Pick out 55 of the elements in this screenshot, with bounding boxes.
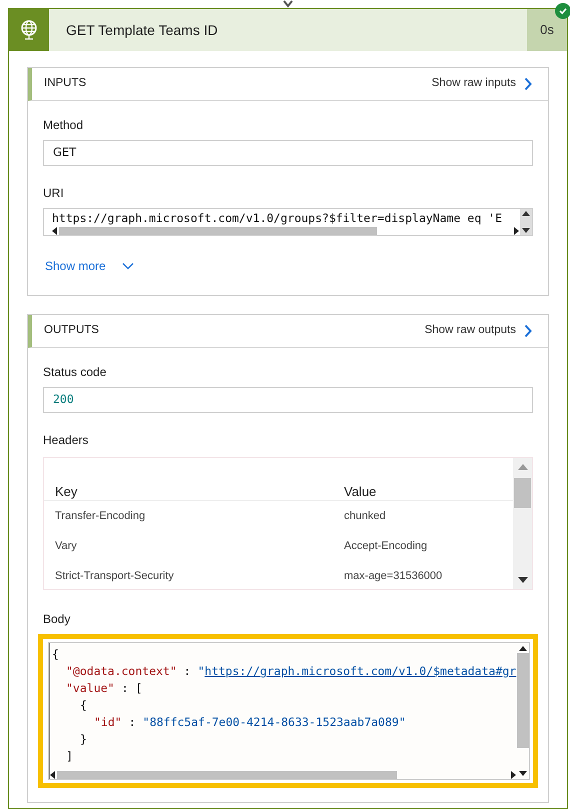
- url-link[interactable]: https://graph.microsoft.com/v1.0/$metadata#gr: [204, 663, 516, 680]
- json-string: "88ffc5af-7e00-4214-8633-1523aab7a089": [142, 714, 406, 731]
- scroll-down-icon[interactable]: [522, 228, 530, 233]
- horizontal-scrollbar[interactable]: [52, 226, 520, 235]
- chevron-right-icon[interactable]: [524, 77, 532, 91]
- scrollbar-thumb[interactable]: [517, 653, 529, 748]
- table-cell-text: Accept-Encoding: [344, 538, 428, 554]
- scrollbar-thumb[interactable]: [59, 226, 377, 234]
- show-raw-link[interactable]: Show raw inputs: [432, 75, 516, 93]
- vertical-scrollbar[interactable]: [513, 458, 532, 589]
- horizontal-scrollbar[interactable]: [50, 770, 517, 779]
- show-raw-link[interactable]: Show raw outputs: [424, 322, 516, 340]
- scroll-down-icon[interactable]: [518, 577, 528, 583]
- scroll-up-icon[interactable]: [522, 211, 530, 216]
- json-string: ": [198, 663, 205, 680]
- json-punctuation: {: [52, 646, 59, 663]
- json-punctuation: :: [128, 714, 136, 731]
- scroll-right-icon[interactable]: [511, 770, 517, 778]
- json-punctuation: :: [184, 663, 191, 680]
- action-title: GET Template Teams ID: [65, 20, 219, 40]
- status-code-field[interactable]: 200: [43, 387, 533, 413]
- duration-label: 0s: [527, 9, 567, 51]
- table-cell-text: Transfer-Encoding: [54, 508, 146, 524]
- field-label: URI: [43, 185, 65, 202]
- action-header[interactable]: GET Template Teams ID 0s: [9, 9, 567, 51]
- body-code-editor[interactable]: { "@odata.context" : "https://graph.microsoft.com/v1.0/$metadata#gr "value" : [ { "id" : "88ffc5af-7e00-4214-8633-1523aab7a089" } ]: [48, 642, 530, 780]
- scrollbar-thumb[interactable]: [57, 770, 397, 778]
- field-label: Status code: [43, 364, 108, 381]
- column-header: Value: [344, 484, 376, 500]
- table-cell-text: chunked: [344, 508, 386, 524]
- json-punctuation: : [: [121, 680, 142, 697]
- field-label: Headers: [43, 432, 90, 449]
- method-field[interactable]: GET: [43, 140, 533, 166]
- show-more-link[interactable]: Show more: [45, 257, 134, 275]
- chevron-right-icon[interactable]: [524, 324, 532, 338]
- json-punctuation: }: [80, 731, 87, 748]
- json-key: "value": [66, 680, 114, 697]
- json-key: "id": [94, 714, 122, 731]
- scroll-down-icon[interactable]: [519, 771, 527, 776]
- vertical-scrollbar[interactable]: [520, 209, 532, 235]
- json-punctuation: ]: [66, 748, 73, 765]
- section-title: OUTPUTS: [44, 323, 100, 338]
- field-label: Body: [43, 611, 72, 628]
- chevron-down-icon[interactable]: [122, 262, 134, 270]
- section-title: INPUTS: [44, 76, 88, 92]
- column-header: Key: [54, 484, 78, 500]
- table-cell-text: Vary: [54, 538, 78, 554]
- json-key: "@odata.context": [66, 663, 177, 680]
- table-cell-text: Strict-Transport-Security: [54, 568, 175, 584]
- json-punctuation: {: [80, 697, 87, 714]
- scrollbar-thumb[interactable]: [514, 478, 531, 508]
- field-label: Method: [43, 117, 84, 134]
- scroll-up-icon[interactable]: [519, 646, 527, 651]
- uri-field[interactable]: https://graph.microsoft.com/v1.0/groups?$filter=displayName eq 'E: [43, 208, 533, 236]
- table-cell-text: max-age=31536000: [344, 568, 442, 584]
